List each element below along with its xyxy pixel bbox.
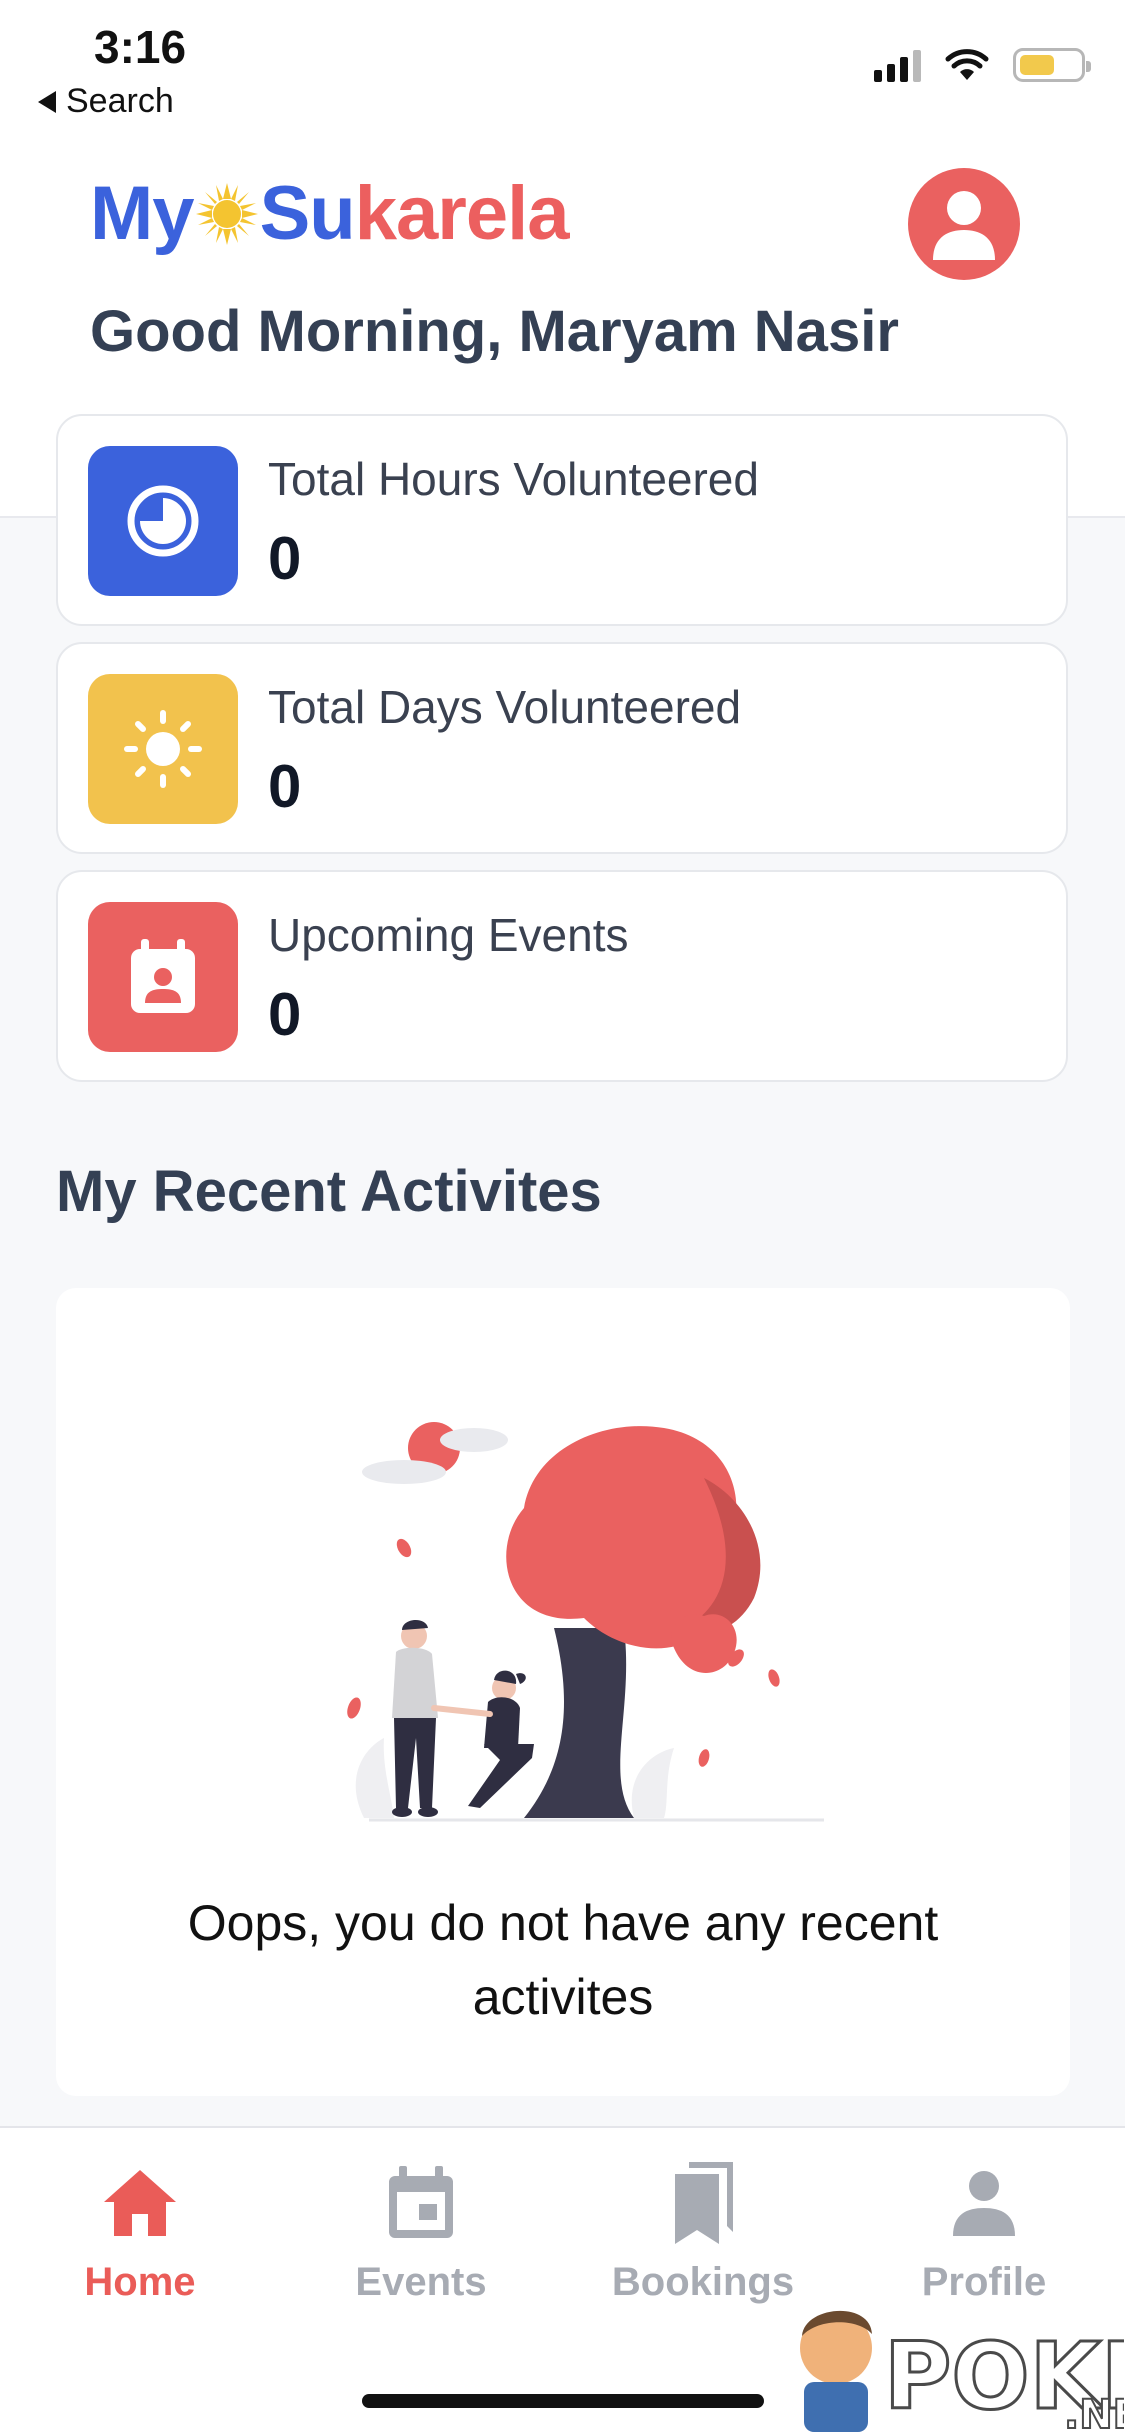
battery-icon — [1013, 48, 1091, 82]
stat-card-days: Total Days Volunteered 0 — [56, 642, 1068, 854]
status-time: 3:16 — [94, 21, 187, 73]
stat-label: Total Hours Volunteered — [268, 453, 759, 505]
calendar-person-icon — [88, 902, 238, 1052]
stat-value: 0 — [268, 981, 302, 1048]
status-indicators — [874, 48, 1091, 82]
stat-value: 0 — [268, 753, 302, 820]
back-label: Search — [66, 82, 174, 120]
clock-icon — [88, 446, 238, 596]
empty-state-illustration — [347, 1422, 824, 1822]
tab-home-label: Home — [84, 2260, 196, 2304]
back-to-search-link[interactable]: Search — [38, 82, 174, 121]
person-icon — [939, 2158, 1029, 2248]
sun-icon — [88, 674, 238, 824]
stat-card-hours: Total Hours Volunteered 0 — [56, 414, 1068, 626]
greeting-heading: Good Morning, Maryam Nasir — [90, 299, 899, 364]
logo-sun-icon — [195, 182, 258, 245]
recent-activities-heading: My Recent Activites — [56, 1159, 602, 1224]
stat-label: Total Days Volunteered — [268, 681, 742, 733]
svg-text:.NET: .NET — [1064, 2392, 1124, 2436]
back-arrow-icon — [38, 90, 56, 113]
recent-activities-card: Oops, you do not have any recent activit… — [56, 1288, 1070, 2096]
bookmarks-icon — [658, 2158, 748, 2248]
stat-label: Upcoming Events — [268, 909, 629, 961]
stat-card-upcoming-events: Upcoming Events 0 — [56, 870, 1068, 1082]
home-icon — [95, 2158, 185, 2248]
tab-home[interactable]: Home — [20, 2158, 260, 2305]
tab-events[interactable]: Events — [301, 2158, 541, 2305]
status-bar: 3:16 Search — [0, 0, 1125, 130]
mysukarela-logo: My Su karela — [90, 171, 569, 256]
tab-events-label: Events — [355, 2260, 487, 2304]
cellular-signal-icon — [874, 48, 921, 82]
stat-value: 0 — [268, 525, 302, 592]
home-indicator[interactable] — [362, 2394, 764, 2408]
wifi-icon — [945, 49, 989, 80]
profile-avatar-button[interactable] — [908, 168, 1020, 280]
pokde-watermark-logo: POKDE .NET — [800, 2310, 1124, 2436]
calendar-icon — [376, 2158, 466, 2248]
tab-bookings-label: Bookings — [611, 2260, 795, 2304]
empty-state-message: Oops, you do not have any recent activit… — [187, 1895, 939, 2025]
user-avatar-icon — [933, 191, 995, 260]
